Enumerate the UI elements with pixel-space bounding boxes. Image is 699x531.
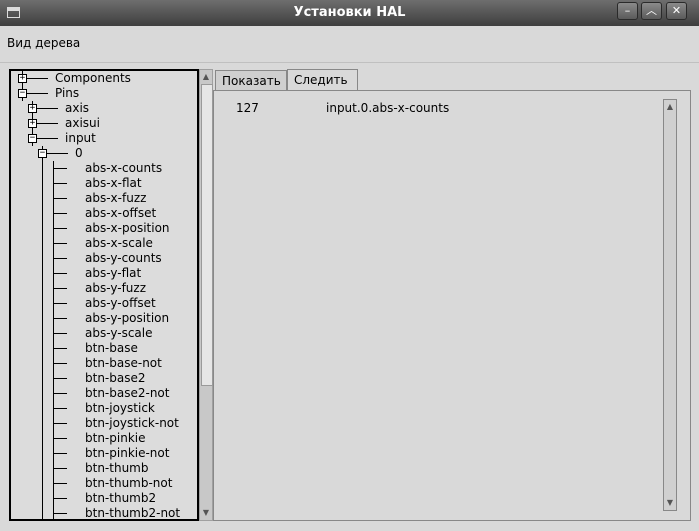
tree-scrollbar[interactable]: ▲ ▼ xyxy=(199,69,213,521)
tree-line xyxy=(53,348,67,349)
tab-watch[interactable]: Следить xyxy=(287,69,358,91)
tree-line xyxy=(53,273,67,274)
tree-line xyxy=(53,318,67,319)
minimize-button[interactable]: – xyxy=(617,2,638,20)
tree-leaf[interactable]: abs-x-flat xyxy=(85,176,142,191)
collapse-icon[interactable]: − xyxy=(38,149,47,158)
tree-leaf[interactable]: btn-thumb2-not xyxy=(85,506,180,519)
expand-icon[interactable]: + xyxy=(28,119,37,128)
scroll-down-icon[interactable]: ▼ xyxy=(201,508,211,518)
tree-line xyxy=(42,146,43,519)
expand-icon[interactable]: + xyxy=(18,74,27,83)
tree-leaf[interactable]: btn-base2 xyxy=(85,371,146,386)
tree-node-input[interactable]: input xyxy=(65,131,96,146)
collapse-icon[interactable]: − xyxy=(18,89,27,98)
tree-node-components[interactable]: Components xyxy=(55,71,131,86)
maximize-icon: ︿ xyxy=(646,4,657,17)
tree-leaf[interactable]: abs-y-scale xyxy=(85,326,152,341)
tree-line xyxy=(53,378,67,379)
tree-leaf[interactable]: abs-x-offset xyxy=(85,206,156,221)
tree-leaf[interactable]: abs-x-scale xyxy=(85,236,153,251)
tree-line xyxy=(53,483,67,484)
tree-line xyxy=(53,498,67,499)
menu-bar: Вид дерева xyxy=(0,26,699,63)
tree-leaf[interactable]: abs-y-position xyxy=(85,311,169,326)
maximize-button[interactable]: ︿ xyxy=(641,2,662,20)
tree-leaf[interactable]: btn-thumb-not xyxy=(85,476,172,491)
tree-node-axis[interactable]: axis xyxy=(65,101,89,116)
collapse-icon[interactable]: − xyxy=(28,134,37,143)
tree-line xyxy=(53,168,67,169)
tree-line xyxy=(53,453,67,454)
tree-leaf[interactable]: btn-pinkie-not xyxy=(85,446,169,461)
tree-panel[interactable]: + Components − Pins + axis + axisui − in… xyxy=(9,69,199,521)
tree-leaf[interactable]: abs-y-fuzz xyxy=(85,281,146,296)
scroll-down-icon[interactable]: ▼ xyxy=(665,498,675,508)
tree-line xyxy=(53,438,67,439)
tree-leaf[interactable]: btn-base-not xyxy=(85,356,162,371)
tree-line xyxy=(53,198,67,199)
window-title: Установки HAL xyxy=(293,5,406,20)
close-icon: ✕ xyxy=(671,4,682,17)
scroll-thumb[interactable] xyxy=(201,84,213,386)
tree-leaf[interactable]: btn-pinkie xyxy=(85,431,145,446)
tree-leaf[interactable]: btn-thumb xyxy=(85,461,148,476)
expand-icon[interactable]: + xyxy=(28,104,37,113)
tree-line xyxy=(53,513,67,514)
tree-leaf[interactable]: btn-thumb2 xyxy=(85,491,156,506)
tree-node-pins[interactable]: Pins xyxy=(55,86,79,101)
tree-line xyxy=(53,288,67,289)
tree-leaf[interactable]: abs-x-counts xyxy=(85,161,162,176)
tree-leaf[interactable]: abs-y-flat xyxy=(85,266,141,281)
tree-leaf[interactable]: btn-joystick-not xyxy=(85,416,179,431)
tree-line xyxy=(53,303,67,304)
tree-line xyxy=(53,228,67,229)
watch-panel: 127 input.0.abs-x-counts ▲ ▼ xyxy=(213,90,691,521)
watch-value: 127 xyxy=(236,101,259,115)
menu-tree-view[interactable]: Вид дерева xyxy=(7,36,80,50)
tab-show[interactable]: Показать xyxy=(215,70,287,91)
tree-node-input-0[interactable]: 0 xyxy=(75,146,83,161)
scroll-up-icon[interactable]: ▲ xyxy=(201,72,211,82)
minimize-icon: – xyxy=(624,4,631,17)
tree-leaf[interactable]: abs-y-counts xyxy=(85,251,162,266)
tree-line xyxy=(53,161,54,519)
tree-line xyxy=(53,243,67,244)
tree-leaf[interactable]: abs-x-fuzz xyxy=(85,191,146,206)
tree-leaf[interactable]: btn-joystick xyxy=(85,401,155,416)
tree-line xyxy=(53,423,67,424)
tree-leaf[interactable]: btn-base xyxy=(85,341,138,356)
tree-line xyxy=(53,363,67,364)
tree-node-axisui[interactable]: axisui xyxy=(65,116,100,131)
tree-line xyxy=(53,213,67,214)
watch-pin-name: input.0.abs-x-counts xyxy=(326,101,450,115)
title-bar[interactable]: Установки HAL – ︿ ✕ xyxy=(0,0,699,26)
tree-line xyxy=(53,468,67,469)
scroll-up-icon[interactable]: ▲ xyxy=(665,102,675,112)
tree-line xyxy=(53,333,67,334)
tree-line xyxy=(53,408,67,409)
tree-line xyxy=(53,183,67,184)
tree-line xyxy=(53,393,67,394)
watch-scrollbar[interactable]: ▲ ▼ xyxy=(663,99,677,511)
tree-leaf[interactable]: btn-base2-not xyxy=(85,386,169,401)
close-button[interactable]: ✕ xyxy=(666,2,687,20)
tree-leaf[interactable]: abs-y-offset xyxy=(85,296,156,311)
tree-line xyxy=(53,258,67,259)
tree-leaf[interactable]: abs-x-position xyxy=(85,221,170,236)
